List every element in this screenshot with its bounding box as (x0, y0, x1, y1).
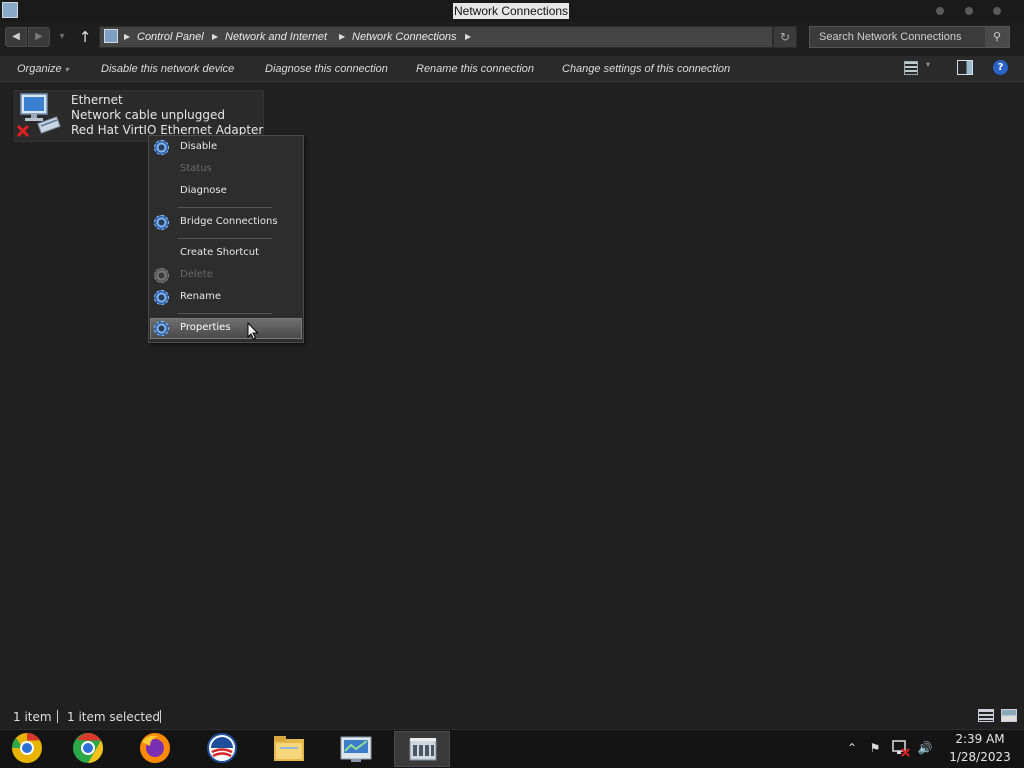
chevron-right-icon[interactable]: ▶ (124, 26, 130, 48)
refresh-icon[interactable]: ↻ (773, 26, 797, 48)
details-view-icon[interactable] (978, 709, 994, 722)
control-panel-icon[interactable] (405, 731, 441, 767)
rename-connection-button[interactable]: Rename this connection (416, 56, 534, 82)
organize-label: Organize (17, 63, 62, 75)
admin-shield-icon (154, 290, 169, 305)
admin-shield-icon (154, 321, 169, 336)
large-icons-view-icon[interactable] (1001, 709, 1017, 722)
firefox-icon[interactable] (136, 730, 174, 766)
network-disconnected-icon[interactable] (892, 740, 910, 757)
change-view-icon[interactable] (904, 61, 918, 75)
menu-item-rename[interactable] (150, 286, 302, 308)
menu-item-create-shortcut-label: Create Shortcut (180, 247, 259, 258)
chevron-down-icon[interactable]: ▾ (926, 60, 930, 69)
menu-separator (178, 238, 272, 239)
recent-locations-icon[interactable]: ▾ (55, 29, 69, 45)
chrome-icon[interactable] (69, 730, 107, 766)
close-button[interactable] (993, 7, 1001, 15)
action-center-flag-icon[interactable]: ⚑ (866, 738, 884, 758)
menu-item-properties-label: Properties (180, 322, 231, 333)
window-title: Network Connections (453, 3, 570, 19)
forward-button[interactable]: ▶ (28, 27, 50, 47)
maximize-button[interactable] (965, 7, 973, 15)
menu-item-diagnose-label: Diagnose (180, 185, 227, 196)
search-input[interactable]: Search Network Connections (819, 26, 979, 48)
change-settings-button[interactable]: Change settings of this connection (562, 56, 730, 82)
clock-time[interactable]: 2:39 AM (940, 731, 1020, 747)
show-hidden-icons-icon[interactable]: ⌃ (845, 738, 859, 758)
connection-name: Ethernet (71, 93, 123, 107)
selection-count: 1 item selected (67, 710, 161, 724)
file-explorer-icon[interactable] (270, 731, 308, 767)
menu-separator (178, 207, 272, 208)
admin-shield-icon (154, 268, 169, 283)
diagnose-connection-button[interactable]: Diagnose this connection (265, 56, 388, 82)
organize-button[interactable]: Organize ▾ (17, 56, 69, 82)
menu-item-bridge-label: Bridge Connections (180, 216, 278, 227)
network-connections-icon[interactable] (2, 2, 18, 18)
breadcrumb-network-connections[interactable]: Network Connections (352, 26, 457, 48)
back-button[interactable]: ◀ (5, 27, 27, 47)
menu-separator (178, 313, 272, 314)
menu-item-delete (150, 264, 302, 286)
breadcrumb-control-panel[interactable]: Control Panel (137, 26, 204, 48)
disconnected-x-icon (17, 124, 30, 138)
chrome-canary-icon[interactable] (8, 730, 46, 766)
menu-item-status-label: Status (180, 163, 212, 174)
chevron-right-icon[interactable]: ▶ (339, 26, 345, 48)
control-panel-icon (104, 29, 118, 43)
volume-icon[interactable]: 🔊 (916, 738, 934, 758)
connection-status: Network cable unplugged (71, 108, 226, 122)
menu-item-disable[interactable] (150, 136, 302, 158)
preview-pane-icon[interactable] (957, 60, 973, 75)
menu-item-rename-label: Rename (180, 291, 222, 302)
menu-item-status (150, 158, 302, 180)
divider (57, 710, 58, 723)
network-monitor-icon[interactable] (337, 731, 375, 767)
admin-shield-icon (154, 215, 169, 230)
breadcrumb-network-and-internet[interactable]: Network and Internet (225, 26, 327, 48)
disable-device-button[interactable]: Disable this network device (101, 56, 234, 82)
mouse-cursor-icon (247, 322, 259, 340)
menu-item-delete-label: Delete (180, 269, 213, 280)
minimize-button[interactable] (936, 7, 944, 15)
divider (160, 710, 161, 723)
admin-shield-icon (154, 140, 169, 155)
obama-campaign-icon[interactable] (203, 730, 241, 766)
clock-date[interactable]: 1/28/2023 (940, 749, 1020, 765)
search-icon[interactable]: ⚲ (985, 27, 1009, 47)
up-arrow-icon[interactable]: ↑ (76, 27, 94, 47)
help-icon[interactable]: ? (993, 60, 1008, 75)
item-count: 1 item (13, 710, 52, 724)
chevron-right-icon[interactable]: ▶ (212, 26, 218, 48)
network-adapter-icon (17, 93, 61, 138)
chevron-right-icon[interactable]: ▶ (465, 26, 471, 48)
chevron-down-icon: ▾ (64, 65, 69, 74)
menu-item-disable-label: Disable (180, 141, 218, 152)
